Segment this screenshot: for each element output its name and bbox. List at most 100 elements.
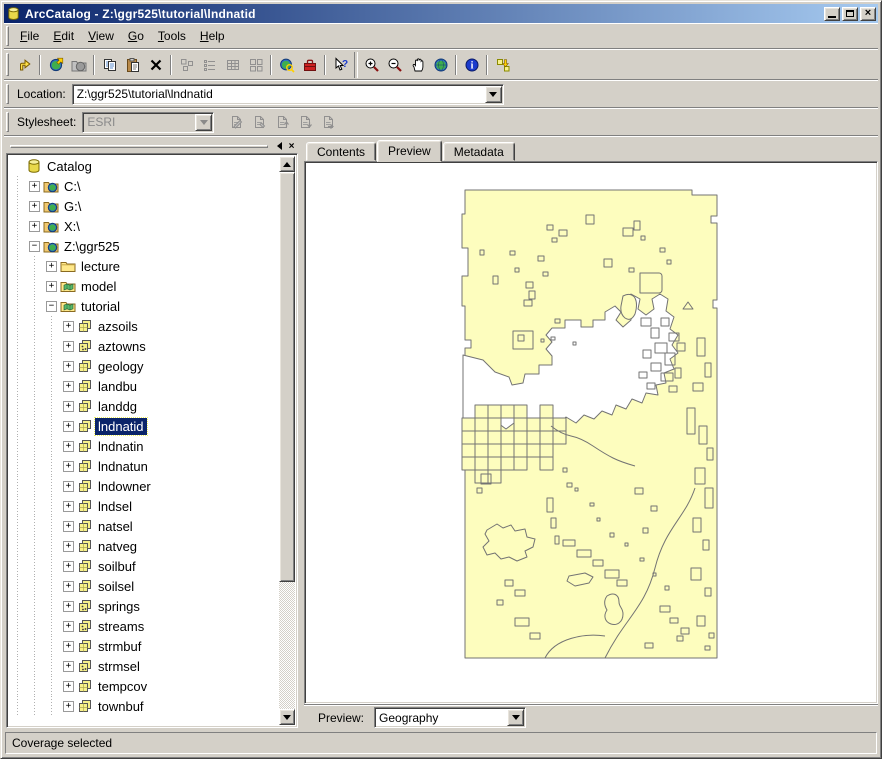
tree-expander[interactable]: + [43,276,60,296]
tree-row-landbu[interactable]: +landbu [9,376,279,396]
tree-item-label[interactable]: tutorial [78,298,123,315]
tree-expander[interactable]: + [60,676,77,696]
arctoolbox-button[interactable] [298,54,321,76]
scroll-up-button[interactable] [279,156,295,172]
titlebar[interactable]: ArcCatalog - Z:\ggr525\tutorial\lndnatid… [4,4,878,23]
menubar-grip[interactable] [6,26,9,45]
tree-row-c[interactable]: + C:\ [9,176,279,196]
tree-expander[interactable]: + [60,456,77,476]
tree-expander[interactable]: + [60,656,77,676]
tree-item-label[interactable]: landbu [95,378,140,395]
tree-item-label[interactable]: lndnatin [95,438,147,455]
tree-item-label[interactable]: strmsel [95,658,143,675]
tree-item-label[interactable]: G:\ [61,198,84,215]
tree-expander[interactable]: + [60,476,77,496]
tree-row-lndnatin[interactable]: +lndnatin [9,436,279,456]
menu-item-view[interactable]: View [81,26,121,46]
maximize-button[interactable] [842,7,858,21]
tree-expander[interactable]: + [26,216,43,236]
tree-row-g[interactable]: +G:\ [9,196,279,216]
tree-item-label[interactable]: lecture [78,258,123,275]
tree-row-soilbuf[interactable]: + soilbuf [9,556,279,576]
tree-row-lndnatid[interactable]: +lndnatid [9,416,279,436]
tree-item-label[interactable]: natveg [95,538,140,555]
zoom-in-button[interactable] [360,54,383,76]
tree-row-lndowner[interactable]: +lndowner [9,476,279,496]
tree-row-soilsel[interactable]: + soilsel [9,576,279,596]
tree-panel-collapse-button[interactable] [272,140,285,152]
tree-item-label[interactable]: strmbuf [95,638,144,655]
tree-row-geology[interactable]: +geology [9,356,279,376]
tree-row-landdg[interactable]: +landdg [9,396,279,416]
tree-row-catalog[interactable]: Catalog [9,156,279,176]
tree-expander[interactable]: + [60,636,77,656]
tree-item-label[interactable]: C:\ [61,178,84,195]
location-combobox[interactable]: Z:\ggr525\tutorial\lndnatid [72,84,504,105]
tree-item-label[interactable]: natsel [95,518,136,535]
up-one-level-button[interactable] [13,54,36,76]
tree-item-label[interactable]: Catalog [44,158,95,175]
tree-expander[interactable]: + [60,616,77,636]
tree-item-label[interactable]: soilbuf [95,558,139,575]
tree-row-tempcov[interactable]: + tempcov [9,676,279,696]
disconnect-folder-button[interactable] [67,54,90,76]
tree-item-label[interactable]: lndsel [95,498,135,515]
tree-expander[interactable]: + [60,416,77,436]
launch-arcmap-button[interactable] [275,54,298,76]
tree-row-zggr525[interactable]: − Z:\ggr525 [9,236,279,256]
tab-metadata[interactable]: Metadata [443,142,515,161]
tree-item-label[interactable]: springs [95,598,143,615]
tree-item-label[interactable]: townbuf [95,698,147,715]
preview-type-value[interactable]: Geography [375,711,506,725]
tree-row-springs[interactable]: + springs [9,596,279,616]
tree-item-label[interactable]: lndnatun [95,458,151,475]
menu-item-edit[interactable]: Edit [46,26,81,46]
tree-item-label[interactable]: azsoils [95,318,141,335]
tree-row-azsoils[interactable]: +azsoils [9,316,279,336]
full-extent-button[interactable] [429,54,452,76]
tree-expander[interactable]: − [26,236,43,256]
tree-panel-close-button[interactable]: × [285,140,298,152]
delete-button[interactable] [144,54,167,76]
create-thumbnail-button[interactable] [491,54,514,76]
tree-expander[interactable]: + [26,176,43,196]
tree-item-label[interactable]: streams [95,618,147,635]
tree-item-label[interactable]: aztowns [95,338,149,355]
whats-this-help-button[interactable]: ? [329,54,352,76]
copy-button[interactable] [98,54,121,76]
tree-expander[interactable]: − [43,296,60,316]
zoom-out-button[interactable] [383,54,406,76]
tree-expander[interactable]: + [60,516,77,536]
tree-row-lndsel[interactable]: + lndsel [9,496,279,516]
tree-expander[interactable]: + [60,496,77,516]
tree-item-label[interactable]: X:\ [61,218,83,235]
tree-item-label[interactable]: tempcov [95,678,150,695]
menu-item-go[interactable]: Go [121,26,151,46]
scrollbar-thumb[interactable] [279,172,295,582]
tree-row-lndnatun[interactable]: + lndnatun [9,456,279,476]
tree-expander[interactable]: + [60,556,77,576]
menu-item-tools[interactable]: Tools [151,26,193,46]
tree-item-label[interactable]: model [78,278,119,295]
tree-item-label[interactable]: soilsel [95,578,137,595]
pan-button[interactable] [406,54,429,76]
tree-expander[interactable]: + [60,336,77,356]
tree-expander[interactable]: + [60,596,77,616]
tree-row-streams[interactable]: + streams [9,616,279,636]
tree-row-model[interactable]: + model [9,276,279,296]
tree-expander[interactable]: + [60,576,77,596]
tree-row-lecture[interactable]: + lecture [9,256,279,276]
tree-item-label[interactable]: geology [95,358,147,375]
tree-expander[interactable]: + [43,256,60,276]
locationbar-grip[interactable] [6,84,9,105]
tree-row-strmsel[interactable]: + strmsel [9,656,279,676]
close-button[interactable]: × [860,7,876,21]
tree-item-label[interactable]: landdg [95,398,140,415]
map-preview[interactable] [455,188,721,667]
toolbar-grip[interactable] [6,53,9,76]
tree-row-strmbuf[interactable]: + strmbuf [9,636,279,656]
stylesheetbar-grip[interactable] [6,112,9,133]
tree-item-label[interactable]: Z:\ggr525 [61,238,123,255]
location-value[interactable]: Z:\ggr525\tutorial\lndnatid [73,87,484,101]
tree-panel-drag-handle[interactable] [10,145,268,148]
